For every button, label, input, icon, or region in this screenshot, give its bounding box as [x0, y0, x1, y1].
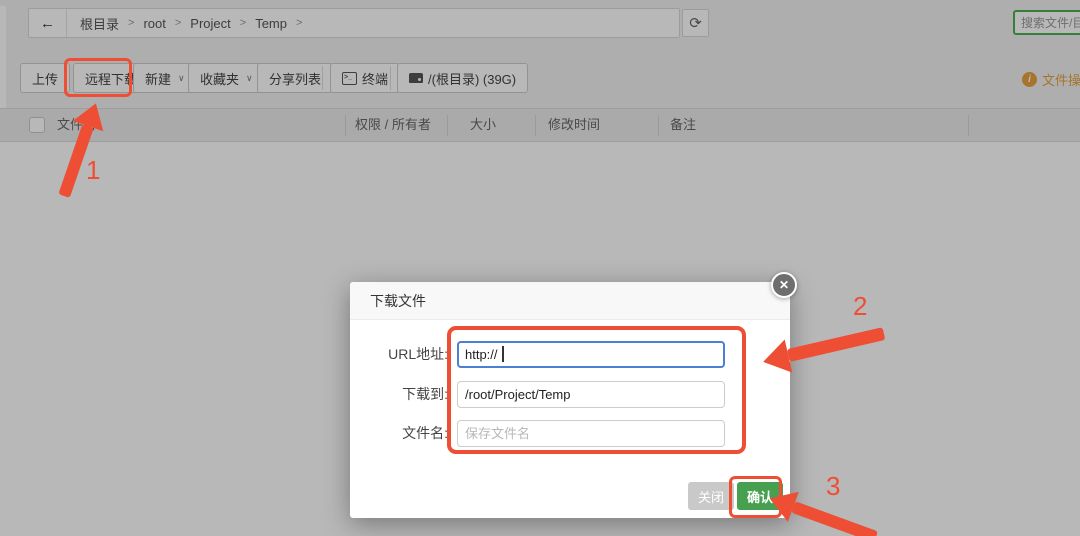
dialog-header[interactable]: 下载文件 [350, 282, 790, 320]
url-field-label: URL地址: [350, 344, 448, 364]
dialog-title: 下载文件 [370, 291, 426, 311]
annotation-box-form-fields [447, 326, 746, 454]
download-to-label: 下载到: [350, 384, 448, 404]
annotation-step-2: 2 [853, 291, 867, 322]
dialog-close-button[interactable]: 关闭 [688, 482, 734, 510]
file-manager-screen: ← 根目录 > root > Project > Temp > ⟳ 上传 远程下… [0, 0, 1080, 536]
annotation-box-remote-download [64, 58, 132, 97]
filename-label: 文件名: [350, 423, 448, 443]
close-icon: ✕ [779, 278, 789, 292]
dialog-close-x-button[interactable]: ✕ [771, 272, 797, 298]
annotation-step-3: 3 [826, 471, 840, 502]
